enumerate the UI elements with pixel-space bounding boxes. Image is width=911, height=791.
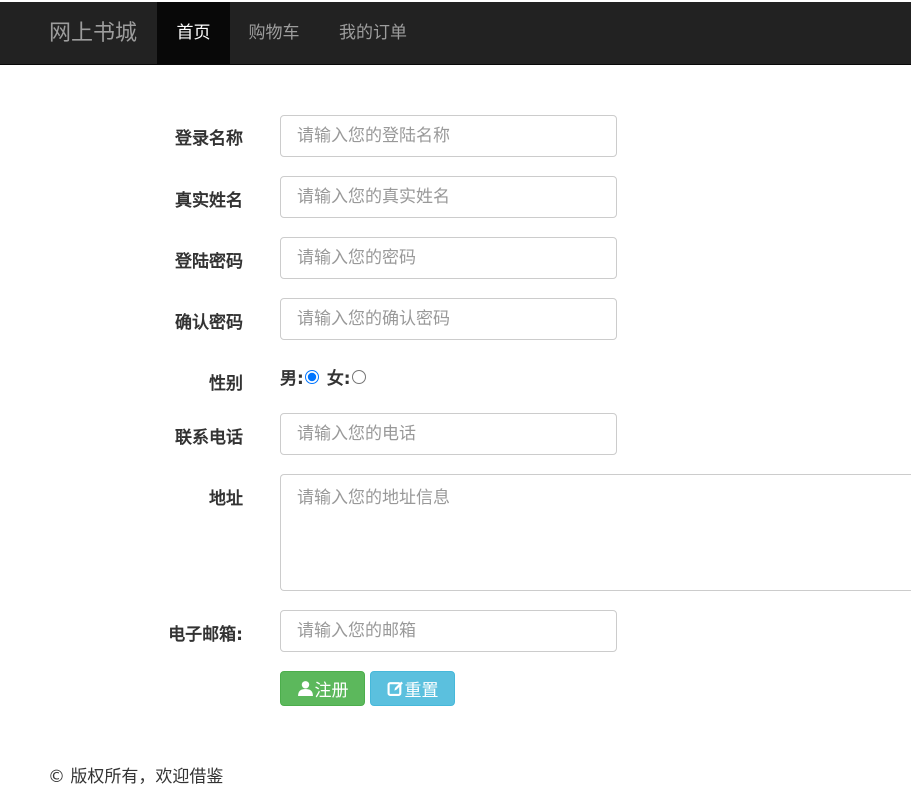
confirm-password-input[interactable] (280, 298, 617, 340)
footer-copyright: © 版权所有，欢迎借鉴 (48, 767, 224, 787)
password-label: 登陆密码 (175, 252, 243, 272)
reset-button[interactable]: 重置 (370, 671, 455, 706)
register-button[interactable]: 注册 (280, 671, 365, 706)
gender-female-radio[interactable] (351, 369, 366, 384)
email-input[interactable] (280, 610, 617, 652)
user-icon (297, 681, 313, 696)
reset-button-label: 重置 (404, 681, 439, 701)
gender-male-radio[interactable] (304, 369, 319, 384)
gender-male-label: 男: (280, 369, 304, 389)
nav-item-cart[interactable]: 购物车 (230, 2, 318, 65)
login-name-label: 登录名称 (175, 129, 243, 149)
login-name-input[interactable] (280, 115, 617, 157)
password-input[interactable] (280, 237, 617, 279)
address-textarea[interactable] (280, 474, 911, 591)
register-button-label: 注册 (314, 681, 349, 701)
phone-label: 联系电话 (175, 428, 243, 448)
real-name-label: 真实姓名 (175, 191, 243, 211)
real-name-input[interactable] (280, 176, 617, 218)
brand-logo[interactable]: 网上书城 (49, 2, 137, 65)
top-navbar: 网上书城 首页 购物车 我的订单 (0, 2, 911, 65)
gender-options: 男: 女: (280, 364, 368, 389)
nav-item-home[interactable]: 首页 (157, 2, 230, 65)
address-label: 地址 (209, 489, 243, 509)
gender-label: 性别 (209, 374, 243, 394)
phone-input[interactable] (280, 413, 617, 455)
edit-icon (387, 681, 403, 696)
confirm-password-label: 确认密码 (175, 313, 243, 333)
nav-item-orders[interactable]: 我的订单 (318, 2, 428, 65)
gender-female-label: 女: (326, 369, 351, 389)
email-label: 电子邮箱: (168, 625, 243, 645)
